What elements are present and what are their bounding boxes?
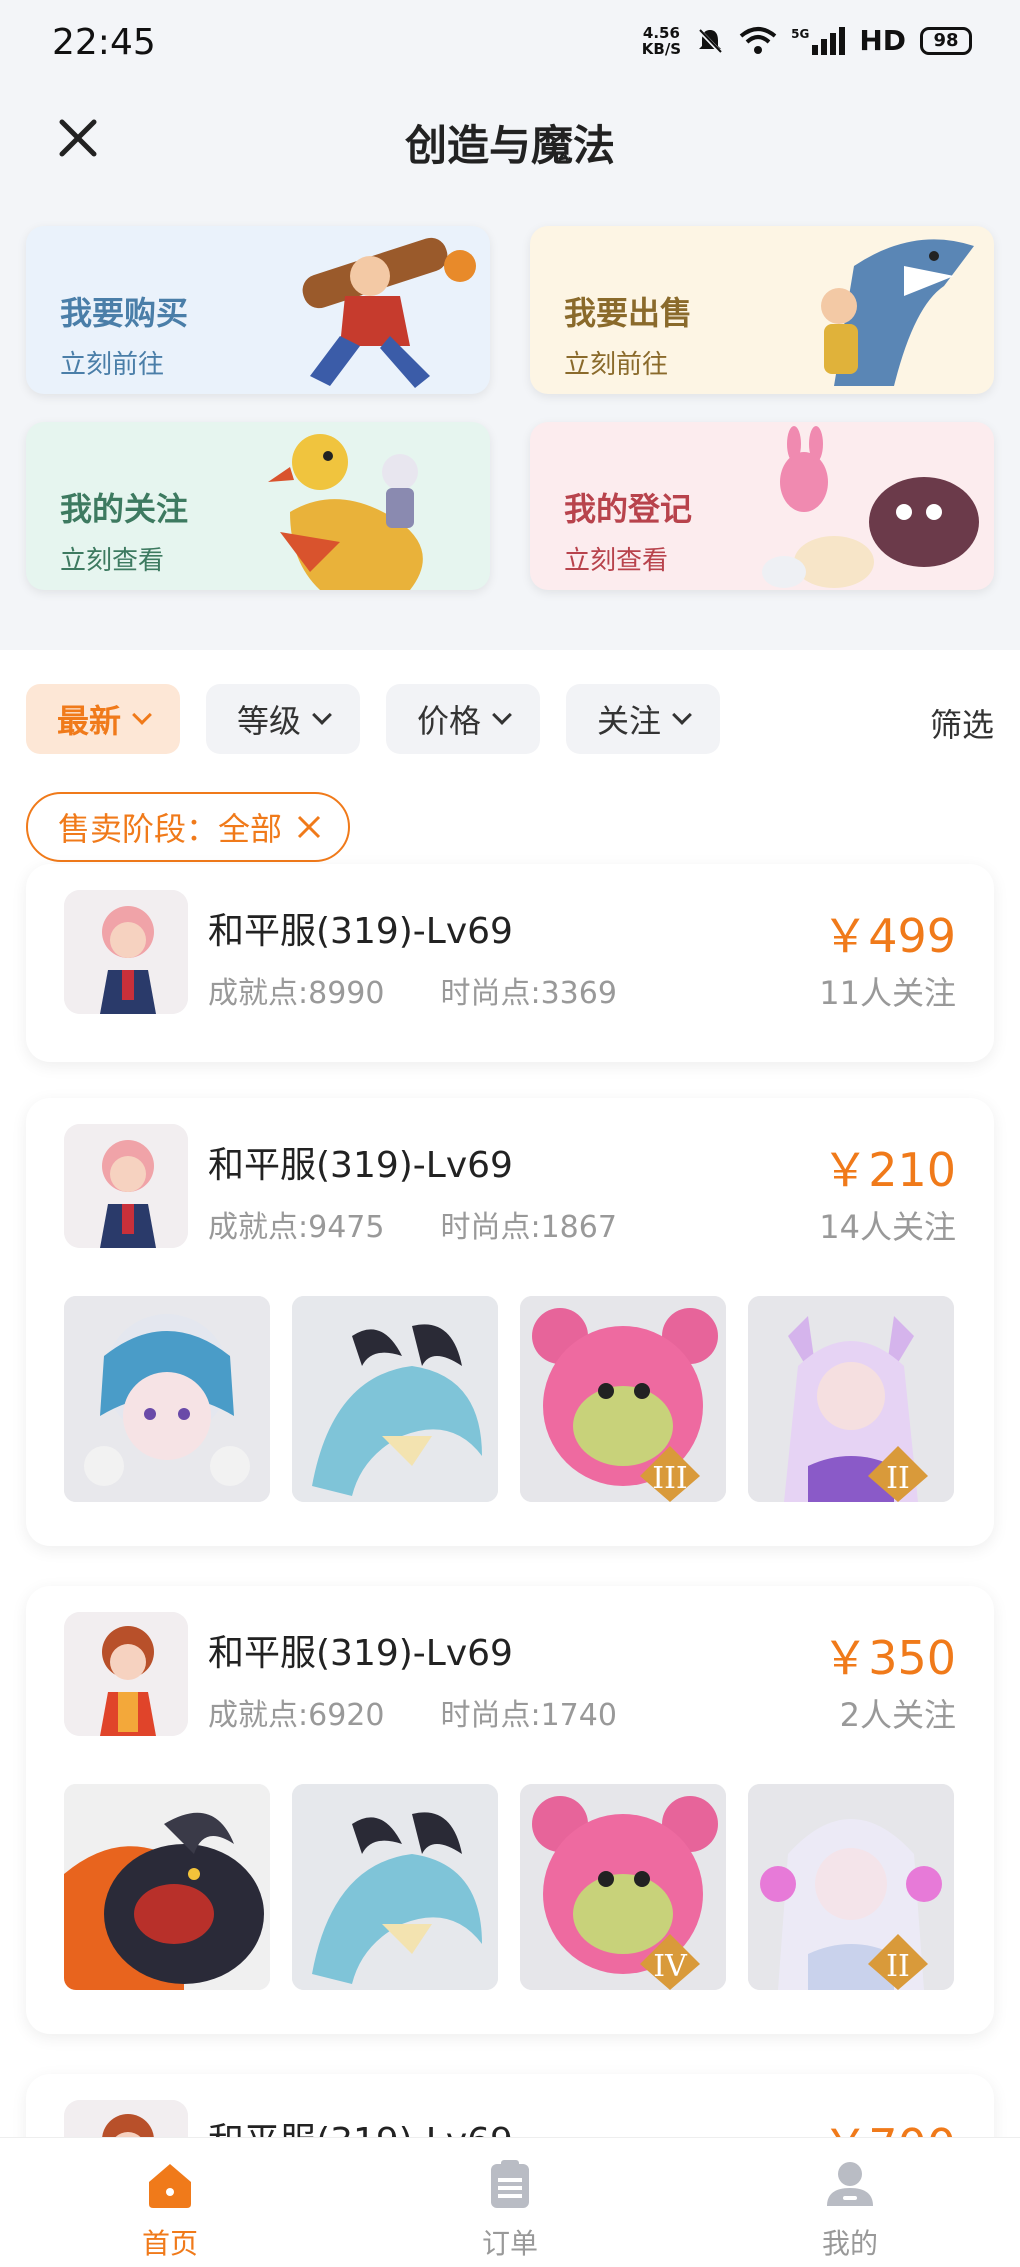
svg-text:IV: IV	[653, 1949, 688, 1984]
achievement-points: 成就点:6920	[208, 1698, 385, 1733]
entry-subtitle: 立刻前往	[60, 350, 165, 380]
sort-level-chip[interactable]: 等级	[206, 684, 360, 754]
listing-stats: 成就点:9475 时尚点:1867	[208, 1202, 617, 1246]
page-title: 创造与魔法	[404, 121, 615, 170]
item-thumbnail[interactable]	[292, 1296, 498, 1502]
entry-title: 我的关注	[60, 490, 189, 528]
sort-latest-chip[interactable]: 最新	[26, 684, 180, 754]
listing-card[interactable]: 和平服(319)-Lv69 成就点:9475 时尚点:1867 ￥210 14人…	[26, 1098, 994, 1546]
item-thumbnail[interactable]: III	[520, 1296, 726, 1502]
item-thumbnail[interactable]	[64, 1784, 270, 1990]
sell-entry-card[interactable]: 我要出售 立刻前往	[530, 226, 994, 394]
buy-entry-card[interactable]: 我要购买 立刻前往	[26, 226, 490, 394]
listing-card[interactable]: 和平服(319)-Lv69 ￥700	[26, 2074, 994, 2137]
entry-subtitle: 立刻前往	[564, 350, 669, 380]
item-thumbnail[interactable]: II	[748, 1784, 954, 1990]
chevron-down-icon	[672, 705, 692, 725]
entry-subtitle: 立刻查看	[60, 546, 165, 576]
register-entry-card[interactable]: 我的登记 立刻查看	[530, 422, 994, 590]
listing-stats: 成就点:8990 时尚点:3369	[208, 968, 617, 1012]
price: ￥499	[822, 909, 956, 963]
item-thumbnail[interactable]: II	[748, 1296, 954, 1502]
home-icon	[149, 2164, 191, 2208]
wifi-icon	[739, 26, 777, 54]
app-header: 创造与魔法	[0, 86, 1020, 204]
avatar	[64, 1124, 188, 1248]
profile-icon	[827, 2162, 873, 2206]
price: ￥700	[822, 2110, 956, 2137]
chevron-down-icon	[492, 705, 512, 725]
follow-count: 11人关注	[819, 974, 956, 1012]
item-thumbnail[interactable]: IV	[520, 1784, 726, 1990]
svg-text:II: II	[886, 1949, 910, 1984]
price: ￥210	[822, 1143, 956, 1197]
item-thumbnails: III II	[64, 1296, 954, 1502]
orders-icon	[491, 2160, 529, 2208]
listing-stats: 成就点:6920 时尚点:1740	[208, 1690, 617, 1734]
achievement-points: 成就点:8990	[208, 976, 385, 1011]
server-name: 和平服(319)-Lv69	[208, 1633, 513, 1674]
entry-subtitle: 立刻查看	[564, 546, 669, 576]
item-thumbnail[interactable]	[292, 1784, 498, 1990]
entry-title: 我要购买	[60, 294, 189, 332]
fashion-points: 时尚点:1867	[440, 1210, 617, 1245]
entry-title: 我要出售	[564, 294, 693, 332]
status-icons: 4.56 KB/S 5G HD 98	[642, 24, 972, 57]
follow-count: 2人关注	[839, 1696, 956, 1734]
nav-profile[interactable]: 我的	[750, 2158, 950, 2262]
entry-title: 我的登记	[564, 490, 693, 528]
svg-text:II: II	[886, 1461, 910, 1496]
shark-character-image	[821, 239, 974, 386]
filter-button[interactable]: 筛选	[930, 700, 994, 746]
sort-follow-chip[interactable]: 关注	[566, 684, 720, 754]
status-time: 22:45	[52, 22, 156, 63]
battery-icon: 98	[920, 26, 972, 55]
item-thumbnails: IV II	[64, 1784, 954, 1990]
server-name: 和平服(319)-Lv69	[208, 2112, 513, 2137]
listing-card[interactable]: 和平服(319)-Lv69 成就点:8990 时尚点:3369 ￥499 11人…	[26, 864, 994, 1062]
sale-stage-tag[interactable]: 售卖阶段：全部	[26, 792, 351, 862]
avatar	[64, 890, 188, 1014]
achievement-points: 成就点:9475	[208, 1210, 385, 1245]
price: ￥350	[822, 1631, 956, 1685]
fashion-points: 时尚点:1740	[440, 1698, 617, 1733]
hd-indicator: HD	[859, 24, 906, 57]
avatar	[64, 1612, 188, 1736]
close-icon[interactable]	[296, 814, 322, 840]
signal-icon: 5G	[791, 26, 846, 55]
follow-count: 14人关注	[819, 1208, 956, 1246]
chevron-down-icon	[312, 705, 332, 725]
cute-pets-character-image	[762, 426, 979, 588]
entry-grid: 我要购买 立刻前往 我要出售 立刻前往 我的关注 立刻查看 我的登记 立刻查看	[0, 204, 1020, 650]
bird-rider-character-image	[268, 434, 423, 590]
avatar	[64, 2100, 188, 2137]
network-speed: 4.56 KB/S	[641, 23, 682, 58]
fashion-points: 时尚点:3369	[440, 976, 617, 1011]
server-name: 和平服(319)-Lv69	[208, 911, 513, 952]
svg-text:III: III	[652, 1461, 688, 1496]
mute-bell-icon	[697, 28, 723, 54]
chevron-down-icon	[132, 705, 152, 725]
follow-entry-card[interactable]: 我的关注 立刻查看	[26, 422, 490, 590]
nav-home[interactable]: 首页	[70, 2158, 270, 2262]
item-thumbnail[interactable]	[64, 1296, 270, 1502]
server-name: 和平服(319)-Lv69	[208, 1145, 513, 1186]
listing-card[interactable]: 和平服(319)-Lv69 成就点:6920 时尚点:1740 ￥350 2人关…	[26, 1586, 994, 2034]
nav-orders[interactable]: 订单	[410, 2158, 610, 2262]
status-bar: 22:45 4.56 KB/S 5G HD 98	[0, 0, 1020, 86]
listing-content: 最新 等级 价格 关注 筛选 售卖阶段：全部 和平服(319)-Lv69 成就点…	[0, 650, 1020, 2137]
bottom-navigation: 首页 订单 我的	[0, 2137, 1020, 2267]
sort-price-chip[interactable]: 价格	[386, 684, 540, 754]
lumberjack-character-image	[302, 237, 476, 388]
